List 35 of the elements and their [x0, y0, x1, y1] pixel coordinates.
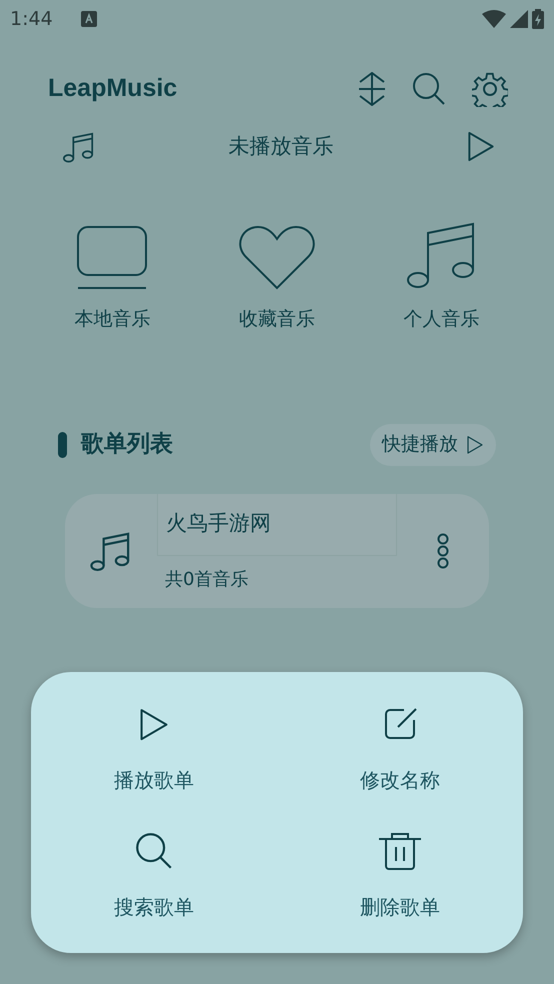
- status-time: 1:44: [10, 6, 53, 32]
- keyboard-notification-icon: [80, 11, 97, 27]
- search-icon: [135, 832, 173, 870]
- sheet-action[interactable]: 搜索歌单: [31, 812, 277, 939]
- playlist-count: 共0首音乐: [164, 568, 250, 592]
- battery-icon: [532, 9, 544, 29]
- section-title: 歌单列表: [81, 430, 173, 460]
- now-playing-text: 未播放音乐: [228, 132, 334, 160]
- heart-icon: [238, 225, 316, 291]
- trash-icon: [378, 830, 422, 871]
- wifi-icon: [482, 10, 506, 28]
- quick-play-button[interactable]: 快捷播放: [370, 424, 496, 466]
- sheet-action[interactable]: 播放歌单: [31, 686, 277, 812]
- category-button[interactable]: 收藏音乐: [194, 216, 360, 334]
- play-icon: [466, 130, 496, 163]
- expand-collapse-icon: [358, 72, 386, 106]
- search-button[interactable]: [412, 72, 446, 106]
- play-button[interactable]: [466, 130, 496, 163]
- sheet-action[interactable]: 修改名称: [277, 686, 523, 812]
- category-button[interactable]: 个人音乐: [359, 216, 524, 334]
- playlist-name: 火鸟手游网: [157, 494, 397, 556]
- sheet-action[interactable]: 删除歌单: [277, 812, 523, 939]
- settings-icon: [472, 70, 508, 107]
- playlist-card[interactable]: 火鸟手游网 共0首音乐: [65, 494, 489, 608]
- signal-icon: [510, 10, 528, 28]
- sort-button[interactable]: [358, 72, 386, 106]
- section-marker: [58, 432, 67, 458]
- play-icon: [466, 434, 484, 454]
- settings-button[interactable]: [472, 70, 508, 107]
- search-icon: [412, 72, 446, 106]
- monitor-icon: [76, 225, 148, 291]
- more-icon: [437, 532, 449, 568]
- category-button[interactable]: 本地音乐: [30, 216, 195, 334]
- play-icon: [138, 706, 170, 742]
- app-title: LeapMusic: [48, 73, 178, 104]
